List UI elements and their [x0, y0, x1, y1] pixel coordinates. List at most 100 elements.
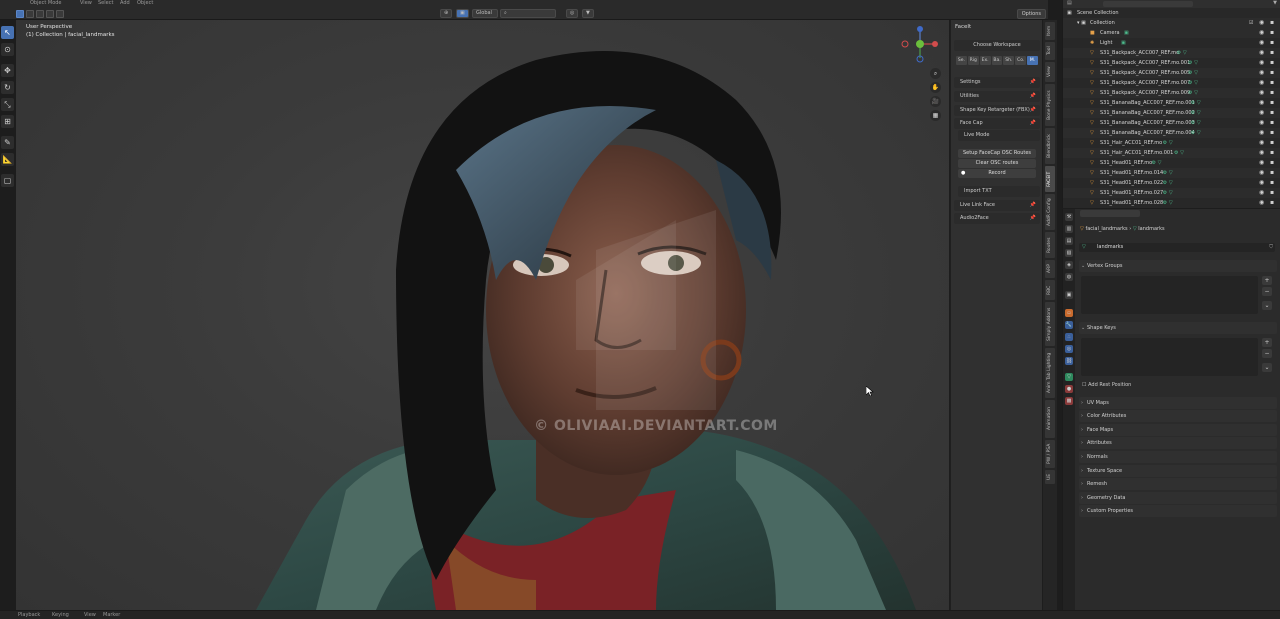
visibility-eye-icon[interactable]: ◉ — [1259, 158, 1264, 168]
transform-tool-icon[interactable]: ⊞ — [1, 115, 14, 128]
texture-tab-icon[interactable]: ▩ — [1065, 397, 1073, 405]
search-field[interactable]: ⌕ — [500, 9, 556, 18]
vertex-groups-section[interactable]: Vertex Groups — [1079, 260, 1277, 272]
shape-key-retargeter-section[interactable]: Shape Key Retargeter (FBX) 📌 — [954, 105, 1040, 116]
cursor-tool-icon[interactable]: ⊙ — [1, 43, 14, 56]
add-shape-key-button[interactable]: + — [1262, 338, 1272, 347]
face-maps-section[interactable]: Face Maps — [1079, 424, 1277, 436]
visibility-eye-icon[interactable]: ◉ — [1259, 178, 1264, 188]
menu-select[interactable]: Select — [98, 0, 113, 6]
face-cap-section[interactable]: Face Cap 📌 — [954, 118, 1040, 129]
outliner-row-mesh[interactable]: ▽ S31_BananaBag_ACC007_REF.mo.003 ⚙ ▽ ◉ ▪ — [1063, 118, 1280, 128]
outliner-row-mesh[interactable]: ▽ S31_Head01_REF.mo.022 ⚙ ▽ ◉ ▪ — [1063, 178, 1280, 188]
visibility-eye-icon[interactable]: ◉ — [1259, 148, 1264, 158]
annotate-tool-icon[interactable]: ✎ — [1, 136, 14, 149]
clear-osc-routes-button[interactable]: Clear OSC routes — [958, 159, 1036, 168]
render-camera-icon[interactable]: ▪ — [1270, 78, 1274, 88]
outliner-row-camera[interactable]: ■ Camera ▣ ◉ ▪ — [1063, 28, 1280, 38]
outliner-row-mesh[interactable]: ▽ S31_Backpack_ACC007_REF.mo.005 ⚙ ▽ ◉ ▪ — [1063, 68, 1280, 78]
render-camera-icon[interactable]: ▪ — [1270, 88, 1274, 98]
record-button[interactable]: ● Record — [958, 169, 1036, 178]
filter-icon[interactable]: ▼ — [1273, 0, 1277, 6]
render-tab-icon[interactable]: ▥ — [1065, 225, 1073, 233]
vtab-animation[interactable]: Animation — [1045, 400, 1055, 438]
outliner-editor-icon[interactable]: ▤ — [1067, 0, 1072, 6]
visibility-eye-icon[interactable]: ◉ — [1259, 128, 1264, 138]
properties-search-input[interactable] — [1080, 210, 1140, 217]
pin-icon[interactable]: 📌 — [1030, 118, 1036, 129]
menu-playback[interactable]: Playback — [18, 612, 40, 618]
render-camera-icon[interactable]: ▪ — [1270, 58, 1274, 68]
pin-icon[interactable]: 📌 — [1030, 200, 1036, 211]
import-txt-section[interactable]: Import TXT — [958, 186, 1040, 197]
normals-section[interactable]: Normals — [1079, 451, 1277, 463]
orientation-dropdown[interactable]: Global — [472, 9, 498, 18]
particles-tab-icon[interactable]: ∴ — [1065, 333, 1073, 341]
output-tab-icon[interactable]: ▤ — [1065, 237, 1073, 245]
pan-hand-icon[interactable]: ✋ — [930, 82, 941, 93]
custom-properties-section[interactable]: Custom Properties — [1079, 505, 1277, 517]
shape-keys-list[interactable] — [1081, 338, 1258, 376]
snap-toggle[interactable]: ▣ — [456, 9, 469, 18]
vtab-anim-tab-lighting[interactable]: Anim Tab Lighting — [1045, 348, 1055, 398]
visibility-eye-icon[interactable]: ◉ — [1259, 198, 1264, 208]
move-tool-icon[interactable]: ✥ — [1, 64, 14, 77]
vtab-bone-physics[interactable]: Bone Physics — [1045, 84, 1055, 126]
visibility-eye-icon[interactable]: ◉ — [1259, 28, 1264, 38]
mesh-data-tab-icon[interactable]: ▽ — [1065, 373, 1073, 381]
color-attributes-section[interactable]: Color Attributes — [1079, 410, 1277, 422]
vtab-tool[interactable]: Tool — [1045, 42, 1055, 60]
render-camera-icon[interactable]: ▪ — [1270, 128, 1274, 138]
visibility-eye-icon[interactable]: ◉ — [1259, 88, 1264, 98]
tab-expressions[interactable]: Ex. — [979, 56, 991, 65]
select-invert-mode-button[interactable] — [46, 10, 54, 18]
add-vertex-group-button[interactable]: + — [1262, 276, 1272, 285]
shape-keys-section[interactable]: Shape Keys — [1079, 322, 1277, 334]
shape-key-menu-icon[interactable]: ⌄ — [1262, 363, 1272, 372]
menu-view[interactable]: View — [80, 0, 92, 6]
outliner-row-mesh[interactable]: ▽ S31_Head01_REF.mo.014 ⚙ ▽ ◉ ▪ — [1063, 168, 1280, 178]
select-subtract-mode-button[interactable] — [36, 10, 44, 18]
add-cube-tool-icon[interactable]: ▢ — [1, 174, 14, 187]
vtab-item[interactable]: Item — [1045, 22, 1055, 40]
camera-view-icon[interactable]: 🎥 — [930, 96, 941, 107]
pin-icon[interactable]: 📌 — [1030, 91, 1036, 102]
outliner-row-mesh[interactable]: ▽ S31_Head01_REF.mo.027 ⚙ ▽ ◉ ▪ — [1063, 188, 1280, 198]
remove-vertex-group-button[interactable]: − — [1262, 287, 1272, 296]
collection-tab-icon[interactable]: ▣ — [1065, 291, 1073, 299]
material-tab-icon[interactable]: ● — [1065, 385, 1073, 393]
menu-keying[interactable]: Keying — [52, 612, 69, 618]
render-camera-icon[interactable]: ▪ — [1270, 118, 1274, 128]
proportional-edit-icon[interactable]: ◎ — [566, 9, 579, 18]
attributes-section[interactable]: Attributes — [1079, 437, 1277, 449]
visibility-eye-icon[interactable]: ◉ — [1259, 98, 1264, 108]
3d-viewport[interactable]: User Perspective (1) Collection | facial… — [16, 20, 949, 610]
uv-maps-section[interactable]: UV Maps — [1079, 397, 1277, 409]
select-tool-icon[interactable]: ↖ — [1, 26, 14, 39]
render-camera-icon[interactable]: ▪ — [1270, 158, 1274, 168]
render-camera-icon[interactable]: ▪ — [1270, 168, 1274, 178]
tab-rig[interactable]: Rig — [967, 56, 979, 65]
vtab-faceit[interactable]: FACEIT — [1045, 166, 1055, 192]
outliner-row-mesh[interactable]: ▽ S31_Head01_REF.mo ⚙ ▽ ◉ ▪ — [1063, 158, 1280, 168]
scene-tab-icon[interactable]: ◈ — [1065, 261, 1073, 269]
add-rest-position-checkbox[interactable]: ☐ Add Rest Position — [1082, 382, 1131, 388]
render-camera-icon[interactable]: ▪ — [1270, 68, 1274, 78]
menu-view[interactable]: View — [84, 612, 96, 618]
tab-shapes[interactable]: Sh. — [1003, 56, 1015, 65]
outliner-row-mesh[interactable]: ▽ S31_Hair_ACC01_REF.mo ⚙ ▽ ◉ ▪ — [1063, 138, 1280, 148]
grid-view-icon[interactable]: ▦ — [930, 110, 941, 121]
outliner-row-mesh[interactable]: ▽ S31_Backpack_ACC007_REF.mo.009 ⚙ ▽ ◉ ▪ — [1063, 88, 1280, 98]
menu-object[interactable]: Object — [137, 0, 153, 6]
mesh-data-name-field[interactable]: ▽ landmarks ⛉ — [1079, 243, 1275, 252]
zoom-icon[interactable]: ⌕ — [930, 68, 941, 79]
vtab-simply-addons[interactable]: Simply Addons — [1045, 302, 1055, 346]
menu-add[interactable]: Add — [120, 0, 130, 6]
outliner-row-mesh[interactable]: ▽ S31_Head01_REF.mo.028 ⚙ ▽ ◉ ▪ — [1063, 198, 1280, 208]
mode-dropdown[interactable]: Object Mode — [30, 0, 62, 6]
options-dropdown[interactable]: Options — [1016, 9, 1046, 19]
outliner-row-mesh[interactable]: ▽ S31_Backpack_ACC007_REF.mo.001 ⚙ ▽ ◉ ▪ — [1063, 58, 1280, 68]
utilities-section[interactable]: Utilities 📌 — [954, 91, 1040, 102]
remesh-section[interactable]: Remesh — [1079, 478, 1277, 490]
visibility-eye-icon[interactable]: ◉ — [1259, 168, 1264, 178]
